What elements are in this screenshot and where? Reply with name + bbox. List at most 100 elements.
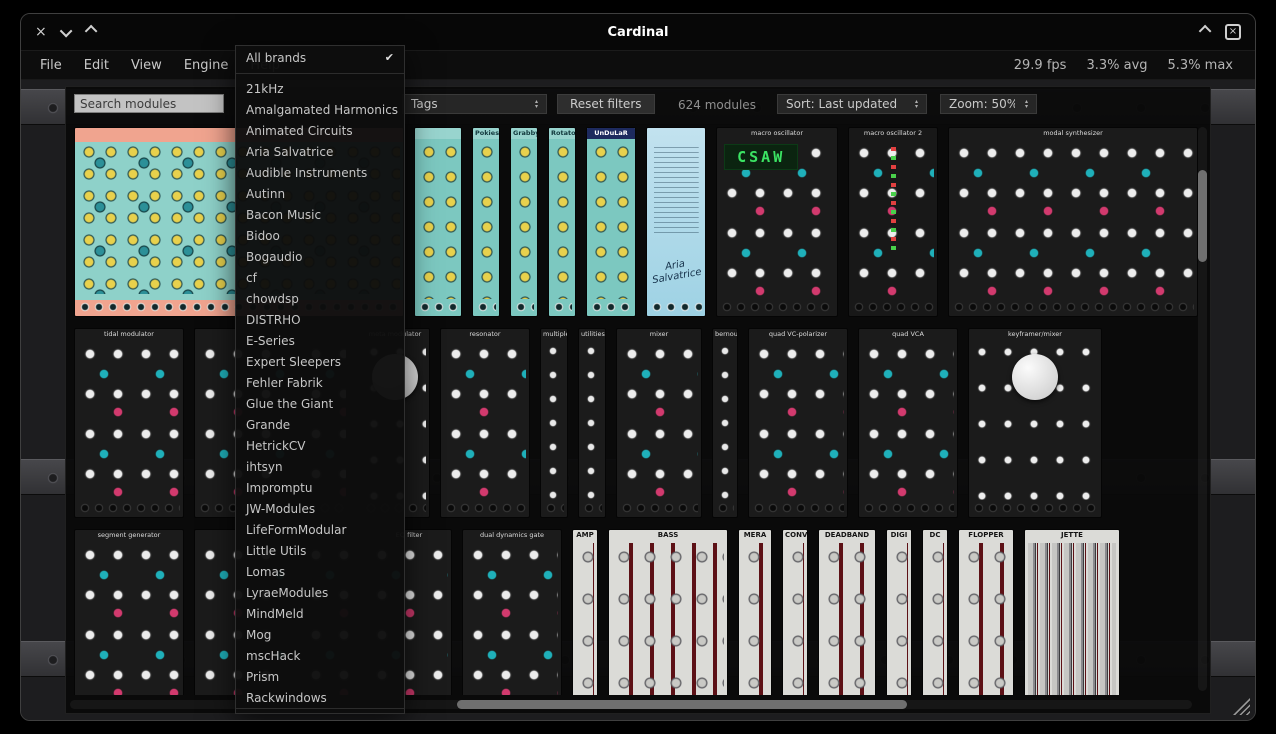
brand-menu-item[interactable]: Autinn [236,183,404,204]
module-card[interactable]: bernoulli gate [712,328,738,518]
brand-menu-item[interactable]: Expert Sleepers [236,351,404,372]
rack-area: Tags ▴▾ Reset filters 624 modules Sort: … [21,80,1255,721]
module-card[interactable]: FLOPPER [958,529,1014,695]
module-card[interactable]: DC [922,529,948,695]
brand-menu-item[interactable]: Rackwindows [236,687,404,708]
brand-filter-menu: All brands ✔ 21kHzAmalgamated HarmonicsA… [235,45,405,714]
vertical-scrollbar-thumb[interactable] [1198,170,1207,262]
brand-menu-item[interactable]: Bacon Music [236,204,404,225]
module-panel [742,543,768,695]
brand-menu-item[interactable]: Impromptu [236,477,404,498]
menu-item[interactable]: File [29,58,73,73]
brand-menu-item[interactable]: Little Utils [236,540,404,561]
module-card[interactable]: quad VCA [858,328,958,518]
module-title: DEADBAND [819,530,875,541]
module-card[interactable]: mixer [616,328,702,518]
module-panel [1028,543,1116,695]
module-title: segment generator [75,530,183,541]
brand-menu-item[interactable]: 21kHz [236,78,404,99]
tags-dropdown-label: Tags [411,97,438,111]
module-panel [544,342,564,500]
module-title: bernoulli gate [713,329,737,340]
brand-menu-item[interactable]: MindMeld [236,603,404,624]
module-card[interactable]: tidal modulator [74,328,184,518]
menu-item[interactable]: Engine [173,58,240,73]
module-title: DIGI [887,530,911,541]
module-card[interactable]: Rotatoes [548,127,576,317]
module-card[interactable]: utilities [578,328,606,518]
zoom-dropdown[interactable]: Zoom: 50% ▴▾ [940,94,1037,114]
module-card[interactable]: multiples [540,328,568,518]
brand-menu-item[interactable]: Bogaudio [236,246,404,267]
module-card[interactable]: Grabby [510,127,538,317]
brand-menu-item[interactable]: LifeFormModular [236,519,404,540]
brand-menu-item[interactable]: Grande [236,414,404,435]
reset-filters-button[interactable]: Reset filters [557,94,655,114]
module-panel [752,342,844,500]
fps-value: 29.9 fps [1014,58,1067,73]
module-card[interactable]: macro oscillator 2 [848,127,938,317]
brand-menu-item[interactable]: Mog [236,624,404,645]
module-panel [620,342,698,500]
module-ports [552,301,572,314]
module-panel [590,141,632,299]
module-title: JETTE [1025,530,1119,541]
module-panel [962,543,1010,695]
brand-menu-item[interactable]: Fehler Fabrik [236,372,404,393]
brand-menu-item[interactable]: ihtsyn [236,456,404,477]
brand-menu-item[interactable]: LyraeModules [236,582,404,603]
menu-item[interactable]: View [120,58,173,73]
brand-menu-item[interactable]: JW-Modules [236,498,404,519]
brand-menu-item[interactable]: Lomas [236,561,404,582]
module-card[interactable]: Aria Salvatrice [646,127,706,317]
module-card[interactable]: CONV [782,529,808,695]
tags-dropdown[interactable]: Tags ▴▾ [402,94,547,114]
module-card[interactable]: JETTE [1024,529,1120,695]
all-brands-label: All brands [246,51,306,65]
brand-menu-item[interactable]: Amalgamated Harmonics [236,99,404,120]
module-card[interactable]: MERA [738,529,772,695]
module-ports [78,502,180,515]
brand-menu-item[interactable]: Bidoo [236,225,404,246]
brand-menu-item[interactable]: Prism [236,666,404,687]
brand-menu-item[interactable]: cf [236,267,404,288]
close-window-icon[interactable]: × [1225,24,1241,40]
brand-menu-item[interactable]: Glue the Giant [236,393,404,414]
horizontal-scrollbar-thumb[interactable] [457,700,907,709]
sort-dropdown[interactable]: Sort: Last updated ▴▾ [777,94,927,114]
brand-menu-item[interactable]: chowdsp [236,288,404,309]
module-panel [476,141,496,299]
brand-menu-item[interactable]: DISTRHO [236,309,404,330]
module-card[interactable]: macro oscillator CSAW [716,127,838,317]
module-card[interactable]: quad VC-polarizer [748,328,848,518]
brand-menu-item-all[interactable]: All brands ✔ [236,46,404,69]
module-card[interactable]: dual dynamics gate [462,529,562,695]
module-card[interactable]: DIGI [886,529,912,695]
module-card[interactable]: segment generator [74,529,184,695]
module-card[interactable]: modal synthesizer [948,127,1198,317]
brand-menu-item[interactable]: Audible Instruments [236,162,404,183]
module-card[interactable]: resonator [440,328,530,518]
module-card[interactable]: AMP [572,529,598,695]
module-title: quad VC-polarizer [749,329,847,340]
window-controls-right: × [1202,14,1241,50]
module-card[interactable]: DEADBAND [818,529,876,695]
brand-menu-item[interactable]: Aria Salvatrice [236,141,404,162]
menu-item[interactable]: Edit [73,58,120,73]
module-ports [444,502,526,515]
brand-menu-item[interactable]: E-Series [236,330,404,351]
module-card[interactable]: BASS [608,529,728,695]
module-title: Rotatoes [549,128,575,139]
brand-menu-item[interactable]: HetrickCV [236,435,404,456]
performance-stats: 29.9 fps 3.3% avg 5.3% max [1014,58,1233,73]
brand-menu-item[interactable]: mscHack [236,645,404,666]
cardinal-window: × Cardinal × FileEditViewEngineHelp 29.9… [20,13,1256,721]
zoom-dropdown-label: Zoom: 50% [949,97,1015,111]
module-title: Grabby [511,128,537,139]
module-card[interactable]: Pokies [472,127,500,317]
module-card[interactable]: keyframer/mixer [968,328,1102,518]
brand-menu-item[interactable]: Animated Circuits [236,120,404,141]
module-card[interactable] [414,127,462,317]
search-input[interactable] [74,94,224,113]
module-card[interactable]: UnDuLaR [586,127,636,317]
